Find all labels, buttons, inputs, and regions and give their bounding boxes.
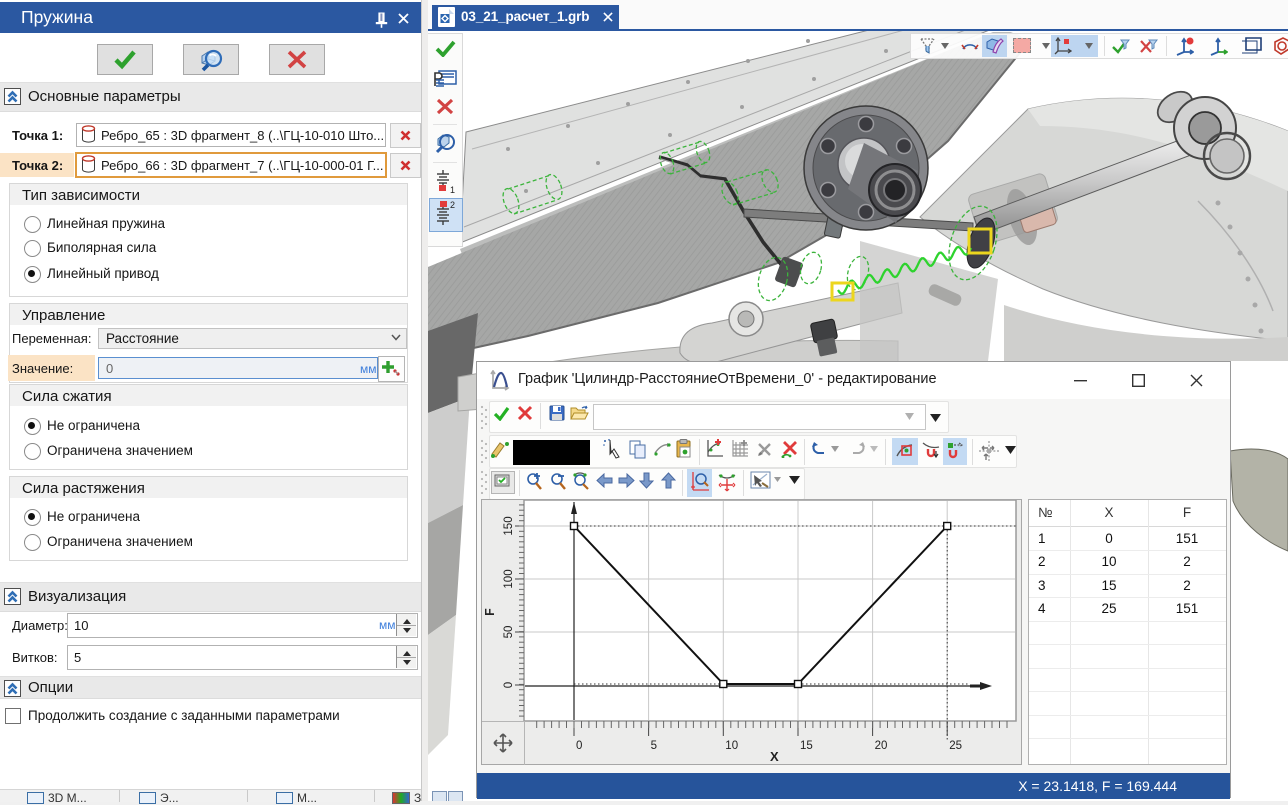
svg-text:10: 10 xyxy=(725,740,738,752)
svg-text:1: 1 xyxy=(450,185,455,194)
svg-text:50: 50 xyxy=(503,626,515,639)
svg-text:2: 2 xyxy=(450,200,455,210)
svg-text:25: 25 xyxy=(949,740,962,752)
svg-text:150: 150 xyxy=(503,516,515,535)
svg-text:0: 0 xyxy=(503,682,515,688)
svg-text:15: 15 xyxy=(800,740,813,752)
svg-text:5: 5 xyxy=(651,740,657,752)
svg-text:100: 100 xyxy=(503,569,515,588)
svg-text:0: 0 xyxy=(576,740,582,752)
svg-text:20: 20 xyxy=(875,740,888,752)
svg-text:F: F xyxy=(483,608,497,616)
svg-text:X: X xyxy=(770,749,779,764)
